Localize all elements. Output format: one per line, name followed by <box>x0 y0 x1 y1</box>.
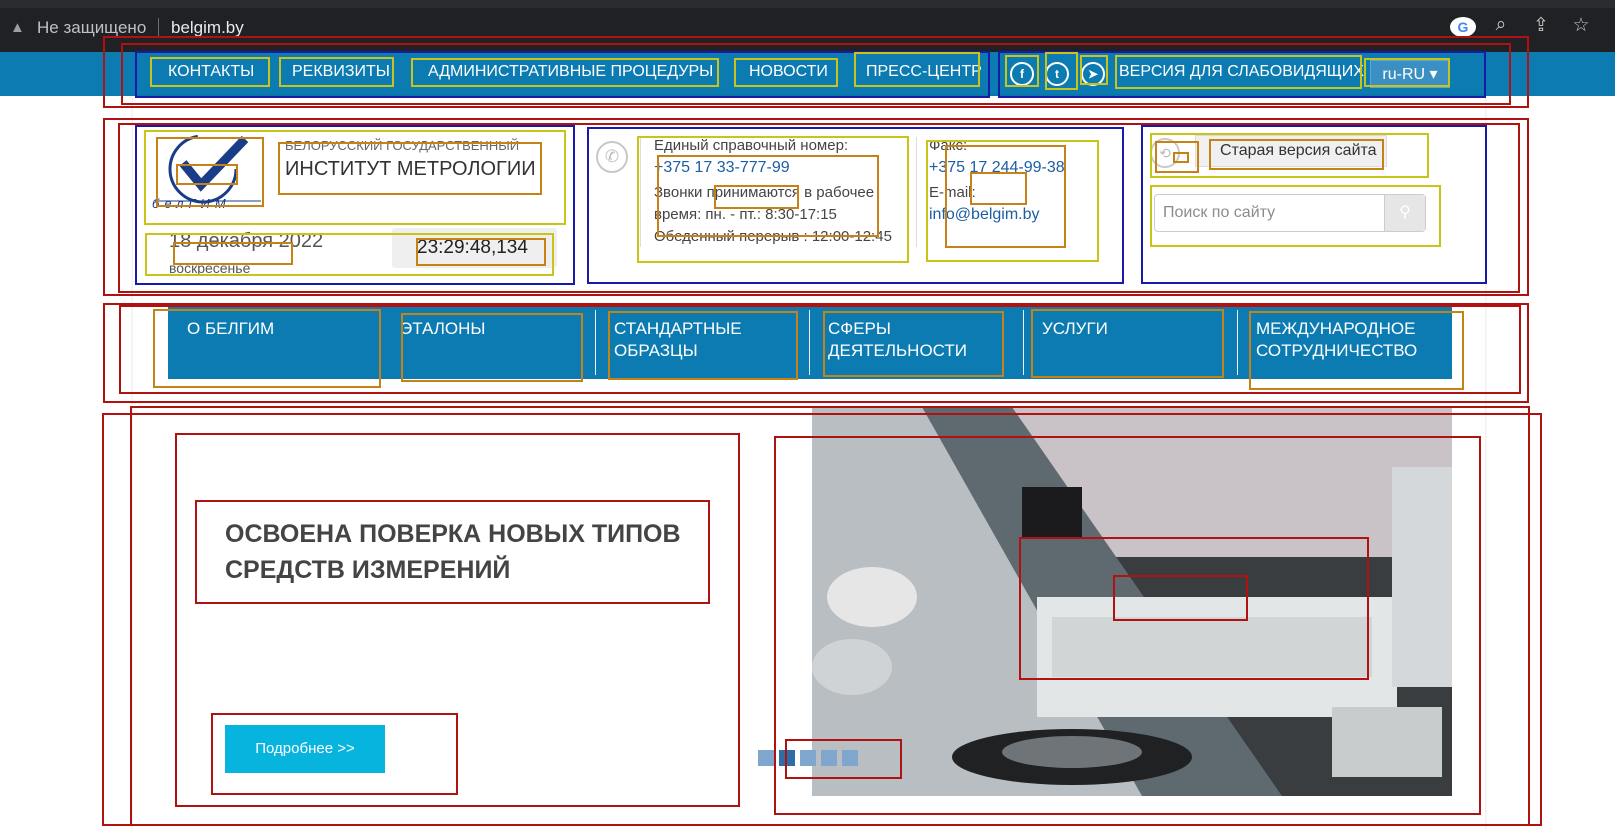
top-nav-requisites[interactable]: РЕКВИЗИТЫ <box>292 63 390 81</box>
search-form: ⚲ <box>1154 194 1426 232</box>
call-hours-line1: Звонки принимаются в рабочее <box>654 184 875 201</box>
top-nav-contacts[interactable]: КОНТАКТЫ <box>168 63 254 81</box>
org-title: ИНСТИТУТ МЕТРОЛОГИИ <box>285 158 536 180</box>
call-hours-line2: время: пн. - пт.: 8:30-17:15 <box>654 206 837 223</box>
current-time: 23:29:48,134 <box>417 237 528 258</box>
lunch-break: Обеденный перерыв : 12:00-12:45 <box>654 228 892 245</box>
current-date: 18 декабря 2022 <box>169 230 324 252</box>
top-nav-admin-procedures[interactable]: АДМИНИСТРАТИВНЫЕ ПРОЦЕДУРЫ <box>428 63 713 81</box>
main-nav-services-label: УСЛУГИ <box>1042 319 1108 338</box>
fax-label: Факс: <box>929 137 968 154</box>
more-button[interactable]: Подробнее >> <box>225 725 385 773</box>
main-nav-about-label: О БЕЛГИМ <box>187 319 275 338</box>
telegram-icon[interactable]: ➤ <box>1081 62 1105 86</box>
slider-dot[interactable] <box>800 750 816 766</box>
browser-toolbar: ▲ Не защищено belgim.by G ⌕ ⇪ ☆ <box>0 0 1615 52</box>
zoom-icon[interactable]: ⌕ <box>1488 14 1514 36</box>
slider-dot[interactable] <box>779 750 795 766</box>
google-icon[interactable]: G <box>1450 17 1476 37</box>
main-nav-standards[interactable]: ЭТАЛОНЫ <box>400 318 485 340</box>
current-weekday: воскресенье <box>169 260 251 276</box>
nav-line: СОТРУДНИЧЕСТВО <box>1256 341 1418 360</box>
share-icon[interactable]: ⇪ <box>1528 14 1554 37</box>
logo-wordmark: белГИМ <box>152 196 231 211</box>
old-version-icon[interactable]: ⟲ <box>1150 138 1180 168</box>
slide-photo[interactable] <box>812 407 1452 796</box>
accessibility-version-link[interactable]: ВЕРСИЯ ДЛЯ СЛАБОВИДЯЩИХ <box>1119 63 1364 81</box>
warning-triangle-icon[interactable]: ▲ <box>10 19 25 36</box>
help-phone-link[interactable]: +375 17 33-777-99 <box>654 159 790 177</box>
nav-line: ДЕЯТЕЛЬНОСТИ <box>828 341 967 360</box>
phone-icon: ✆ <box>596 141 628 173</box>
address-separator <box>158 18 159 38</box>
nav-divider <box>809 310 810 375</box>
nav-line: МЕЖДУНАРОДНОЕ <box>1256 319 1416 338</box>
contacts-divider <box>640 137 641 247</box>
twitter-icon[interactable]: t <box>1045 62 1069 86</box>
slide-headline-line2: СРЕДСТВ ИЗМЕРЕНИЙ <box>225 556 511 584</box>
old-version-button[interactable]: Старая версия сайта <box>1195 135 1387 167</box>
top-nav-press-center[interactable]: ПРЕСС-ЦЕНТР <box>866 63 982 81</box>
main-nav-activities[interactable]: СФЕРЫ ДЕЯТЕЛЬНОСТИ <box>828 318 967 362</box>
language-label: ru-RU <box>1382 66 1426 83</box>
slider-dot[interactable] <box>821 750 837 766</box>
bookmark-star-icon[interactable]: ☆ <box>1568 14 1594 37</box>
email-label: E-mail: <box>929 184 976 201</box>
tab-strip <box>0 0 1615 8</box>
search-icon[interactable]: ⚲ <box>1384 195 1425 231</box>
security-label[interactable]: Не защищено <box>37 18 146 38</box>
nav-divider <box>1237 310 1238 375</box>
slider-dot[interactable] <box>842 750 858 766</box>
slider-dot[interactable] <box>758 750 774 766</box>
search-input[interactable] <box>1155 195 1385 231</box>
nav-line: СФЕРЫ <box>828 319 891 338</box>
fax-number-link[interactable]: +375 17 244-99-38 <box>929 159 1065 177</box>
main-nav-reference-materials[interactable]: СТАНДАРТНЫЕ ОБРАЗЦЫ <box>614 318 742 362</box>
slide-headline-line1: ОСВОЕНА ПОВЕРКА НОВЫХ ТИПОВ <box>225 520 681 548</box>
nav-divider <box>1023 310 1024 375</box>
help-number-label: Единый справочный номер: <box>654 137 849 154</box>
nav-line: ОБРАЗЦЫ <box>614 341 698 360</box>
facebook-icon[interactable]: f <box>1010 62 1034 86</box>
address-bar[interactable]: belgim.by <box>171 18 244 38</box>
top-utility-bar: КОНТАКТЫ РЕКВИЗИТЫ АДМИНИСТРАТИВНЫЕ ПРОЦ… <box>0 52 1615 96</box>
main-nav-international[interactable]: МЕЖДУНАРОДНОЕ СОТРУДНИЧЕСТВО <box>1256 318 1417 362</box>
main-navigation: О БЕЛГИМ ЭТАЛОНЫ СТАНДАРТНЫЕ ОБРАЗЦЫ СФЕР… <box>168 306 1452 379</box>
top-nav-news[interactable]: НОВОСТИ <box>749 63 828 81</box>
main-nav-standards-label: ЭТАЛОНЫ <box>400 319 486 338</box>
org-subtitle: БЕЛОРУССКИЙ ГОСУДАРСТВЕННЫЙ <box>285 138 520 153</box>
email-link[interactable]: info@belgim.by <box>929 206 1040 224</box>
nav-divider <box>595 310 596 375</box>
slide-headline: ОСВОЕНА ПОВЕРКА НОВЫХ ТИПОВ СРЕДСТВ ИЗМЕР… <box>225 516 705 588</box>
main-nav-services[interactable]: УСЛУГИ <box>1042 318 1108 340</box>
main-nav-about[interactable]: О БЕЛГИМ <box>187 318 274 340</box>
fax-divider <box>916 137 917 247</box>
nav-line: СТАНДАРТНЫЕ <box>614 319 742 338</box>
caret-down-icon: ▾ <box>1429 66 1438 83</box>
language-dropdown[interactable]: ru-RU ▾ <box>1370 60 1450 88</box>
